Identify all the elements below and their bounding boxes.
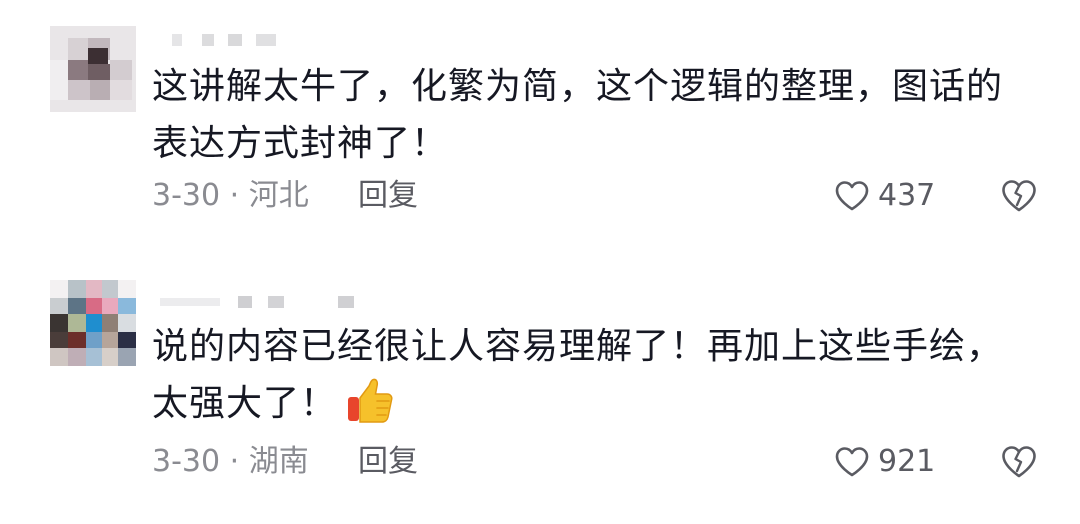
comment-text: 这讲解太牛了，化繁为简，这个逻辑的整理，图话的 表达方式封神了！ bbox=[152, 66, 1004, 164]
broken-heart-outline-icon bbox=[1002, 180, 1036, 212]
reply-button[interactable]: 回复 bbox=[358, 176, 418, 216]
heart-outline-icon bbox=[835, 181, 869, 211]
comment-text-content: 说的内容已经很让人容易理解了！再加上这些手绘， 太强大了！ bbox=[152, 326, 1004, 424]
comment-item: 说的内容已经很让人容易理解了！再加上这些手绘， 太强大了！ 3-30 · 湖南 … bbox=[0, 260, 1080, 524]
dislike-button[interactable] bbox=[1000, 442, 1038, 482]
comment-meta: 3-30 · 湖南 回复 bbox=[152, 442, 418, 482]
like-count: 921 bbox=[878, 444, 936, 479]
comment-meta: 3-30 · 河北 回复 bbox=[152, 176, 418, 216]
like-count: 437 bbox=[878, 178, 936, 213]
comment-item: 这讲解太牛了，化繁为简，这个逻辑的整理，图话的 表达方式封神了！ 3-30 · … bbox=[0, 0, 1080, 250]
broken-heart-outline-icon bbox=[1002, 446, 1036, 478]
date-location: 3-30 · 湖南 bbox=[152, 444, 309, 479]
date-location: 3-30 · 河北 bbox=[152, 178, 309, 213]
dislike-button[interactable] bbox=[1000, 176, 1038, 216]
avatar[interactable] bbox=[50, 26, 136, 112]
reply-button[interactable]: 回复 bbox=[358, 442, 418, 482]
comment-text: 说的内容已经很让人容易理解了！再加上这些手绘， 太强大了！ bbox=[152, 318, 1052, 432]
thumbs-up-emoji-icon bbox=[347, 377, 393, 425]
heart-outline-icon bbox=[835, 447, 869, 477]
avatar[interactable] bbox=[50, 280, 136, 366]
